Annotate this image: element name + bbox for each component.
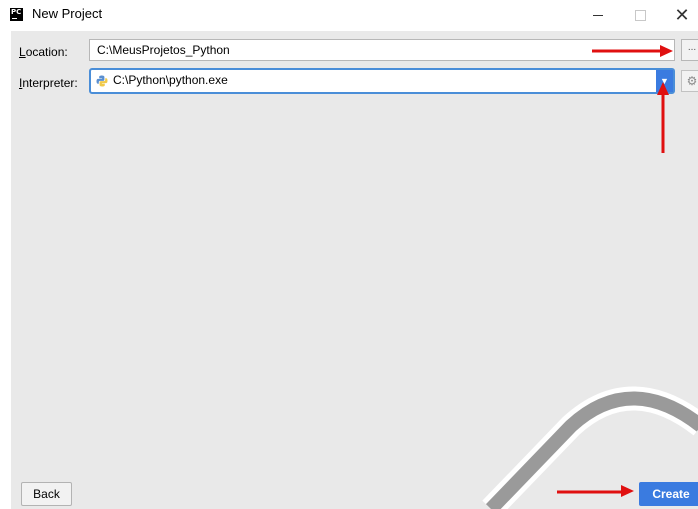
interpreter-dropdown-button[interactable]: ▼ (656, 70, 673, 92)
interpreter-value: C:\Python\python.exe (113, 73, 228, 87)
location-mnemonic: L (19, 45, 26, 59)
minimize-icon (593, 14, 603, 16)
location-label: Location: (19, 45, 68, 59)
minimize-button[interactable] (578, 0, 618, 30)
pycharm-app-icon: PC (10, 8, 23, 21)
title-bar: PC New Project ✕ (0, 0, 698, 30)
background-arc (482, 386, 698, 509)
maximize-button[interactable] (620, 0, 660, 30)
dialog-body: Location: C:\MeusProjetos_Python ... Int… (11, 31, 698, 509)
interpreter-settings-button[interactable]: ⚙ (681, 70, 698, 92)
interpreter-label-text: nterpreter: (22, 76, 78, 90)
browse-button[interactable]: ... (681, 39, 698, 61)
interpreter-select[interactable]: C:\Python\python.exe ▼ (89, 68, 675, 94)
gear-icon: ⚙ (686, 74, 698, 88)
location-input[interactable]: C:\MeusProjetos_Python (89, 39, 675, 61)
new-project-window: PC New Project ✕ Location: C:\MeusProjet… (0, 0, 698, 509)
interpreter-label: Interpreter: (19, 76, 78, 90)
chevron-down-icon: ▼ (660, 76, 669, 86)
close-button[interactable]: ✕ (662, 0, 698, 30)
location-label-text: ocation: (25, 45, 68, 59)
window-title: New Project (32, 6, 103, 21)
python-icon (96, 75, 108, 87)
maximize-icon (634, 9, 646, 21)
app-icon-text: PC (11, 8, 22, 16)
create-button[interactable]: Create (639, 482, 698, 506)
close-icon: ✕ (674, 4, 690, 26)
back-button[interactable]: Back (21, 482, 72, 506)
